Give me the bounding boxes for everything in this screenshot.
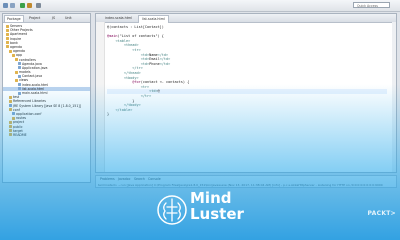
tab-index-scala-html[interactable]: index.scala.html (102, 15, 135, 22)
folder-icon (15, 58, 18, 61)
tab-list-scala-html[interactable]: list.scala.html (138, 15, 169, 23)
file-icon (18, 83, 21, 87)
folder-icon (9, 108, 12, 112)
tab-console[interactable]: Console (146, 177, 163, 182)
save-icon[interactable] (10, 3, 15, 8)
tab-javadoc[interactable]: Javadoc (116, 177, 132, 182)
folder-icon (6, 45, 9, 49)
project-tree: Servers Other Projects Apartment Inquire ban… (3, 23, 90, 137)
run-icon[interactable] (20, 3, 25, 8)
code-editor[interactable]: index.scala.html list.scala.html @(conta… (95, 13, 397, 173)
console-message: terminated> ~run [Java Application] C:\P… (98, 183, 383, 187)
brain-logo-icon (157, 195, 187, 225)
code-area[interactable]: @(contacts : List[Contact]) @main("List o… (107, 25, 387, 117)
brand-line-2: Luster (190, 205, 244, 223)
new-icon[interactable] (3, 3, 8, 8)
file-icon (9, 104, 12, 108)
folder-icon (6, 37, 9, 41)
package-explorer: Package Project JS Unit Servers Other Pro… (2, 13, 91, 183)
console-panel: Problems Javadoc Search Console terminat… (95, 175, 397, 188)
editor-scrollbar[interactable] (392, 22, 396, 172)
tree-node-label: README (13, 132, 27, 137)
file-icon (18, 91, 21, 95)
folder-icon (15, 78, 18, 82)
folder-icon (6, 32, 9, 36)
tab-junit[interactable]: Unit (63, 15, 74, 21)
folder-icon (9, 95, 12, 99)
file-icon (18, 87, 21, 91)
tab-project-explorer[interactable]: Project (27, 15, 42, 21)
tab-package-explorer[interactable]: Package (4, 15, 24, 22)
explorer-tabs: Package Project JS Unit (3, 14, 90, 23)
file-icon (18, 66, 21, 70)
debug-icon[interactable] (27, 3, 32, 8)
folder-icon (12, 53, 15, 57)
code-line[interactable]: } (107, 112, 387, 117)
brand-wordmark: Mind Luster (190, 190, 244, 222)
line-gutter (96, 22, 105, 172)
file-icon (12, 112, 15, 116)
folder-icon (9, 125, 12, 128)
main-toolbar: Quick Access (0, 0, 400, 12)
tab-js[interactable]: JS (50, 15, 57, 21)
quick-access-input[interactable]: Quick Access (353, 2, 390, 8)
search-icon[interactable] (36, 3, 41, 8)
folder-icon (6, 41, 9, 45)
file-icon (18, 62, 21, 66)
folder-icon (12, 116, 15, 120)
tab-problems[interactable]: Problems (98, 177, 117, 182)
folder-icon (6, 24, 9, 28)
folder-icon (15, 70, 18, 74)
folder-icon (9, 129, 12, 133)
editor-tabs: index.scala.html list.scala.html (96, 14, 396, 23)
folder-icon (9, 120, 12, 124)
tree-node[interactable]: README (3, 133, 90, 137)
folder-icon (9, 99, 12, 103)
file-icon (18, 74, 21, 78)
packt-logo: PACKT> (367, 210, 396, 217)
tab-search[interactable]: Search (132, 177, 147, 182)
brand-line-1: Mind (190, 189, 232, 207)
folder-icon (9, 133, 12, 137)
folder-icon (9, 49, 12, 53)
folder-icon (6, 28, 9, 32)
